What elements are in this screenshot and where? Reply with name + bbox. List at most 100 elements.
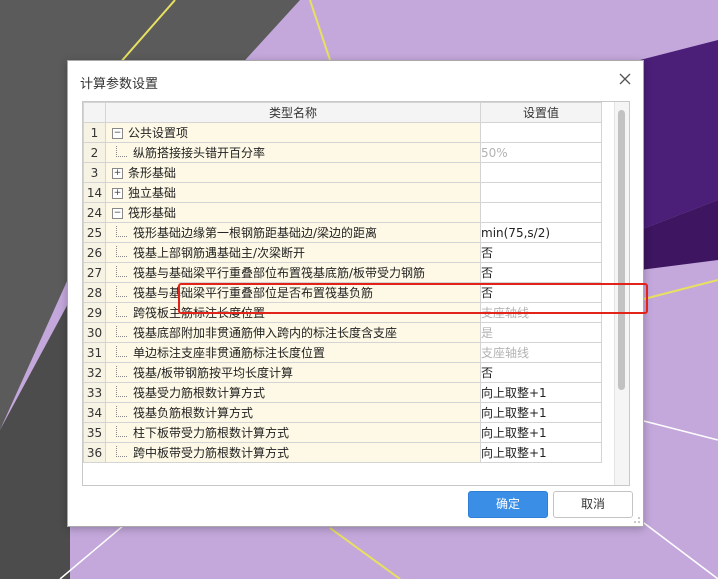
table-row[interactable]: 2 纵筋搭接接头错开百分率 50% (83, 142, 602, 163)
row-setting-value[interactable]: 向上取整+1 (480, 402, 602, 423)
table-row[interactable]: 30 筏基底部附加非贯通筋伸入跨内的标注长度含支座 是 (83, 322, 602, 343)
row-number: 31 (83, 342, 106, 363)
ok-button[interactable]: 确定 (468, 491, 548, 518)
row-setting-value[interactable]: 50% (480, 142, 602, 163)
row-number: 35 (83, 422, 106, 443)
tree-connector-icon (116, 386, 127, 397)
row-label: 筏基/板带钢筋按平均长度计算 (133, 366, 294, 380)
row-label: 筏形基础边缘第一根钢筋距基础边/梁边的距离 (133, 226, 378, 240)
row-setting-value[interactable]: 支座轴线 (480, 342, 602, 363)
row-number: 34 (83, 402, 106, 423)
table-row[interactable]: 27 筏基与基础梁平行重叠部位布置筏基底筋/板带受力钢筋 否 (83, 262, 602, 283)
row-label: 独立基础 (128, 186, 177, 200)
row-number: 30 (83, 322, 106, 343)
row-setting-value[interactable]: 否 (480, 362, 602, 383)
table-row[interactable]: 25 筏形基础边缘第一根钢筋距基础边/梁边的距离 min(75,s/2) (83, 222, 602, 243)
table-row[interactable]: 31 单边标注支座非贯通筋标注长度位置 支座轴线 (83, 342, 602, 363)
table-row[interactable]: 34 筏基负筋根数计算方式 向上取整+1 (83, 402, 602, 423)
row-setting-value[interactable]: 否 (480, 262, 602, 283)
table-row[interactable]: 1− 公共设置项 (83, 122, 602, 143)
row-type-name: − 筏形基础 (105, 202, 481, 223)
table-row[interactable]: 28 筏基与基础梁平行重叠部位是否布置筏基负筋 否 (83, 282, 602, 303)
row-type-name: 筏基/板带钢筋按平均长度计算 (105, 362, 481, 383)
table-row[interactable]: 32 筏基/板带钢筋按平均长度计算 否 (83, 362, 602, 383)
row-type-name: 筏基与基础梁平行重叠部位布置筏基底筋/板带受力钢筋 (105, 262, 481, 283)
grid-header: 类型名称 设置值 (83, 102, 602, 123)
row-type-name: 筏基底部附加非贯通筋伸入跨内的标注长度含支座 (105, 322, 481, 343)
table-row[interactable]: 36 跨中板带受力筋根数计算方式 向上取整+1 (83, 442, 602, 463)
row-type-name: 跨筏板主筋标注长度位置 (105, 302, 481, 323)
row-setting-value[interactable]: 向上取整+1 (480, 382, 602, 403)
row-number: 29 (83, 302, 106, 323)
params-grid[interactable]: 类型名称 设置值 1− 公共设置项 2 纵筋搭接接头错开百分率 50% 3 + 条形基础 14 +… (82, 101, 630, 486)
close-icon[interactable] (617, 71, 633, 87)
row-number: 1 (83, 122, 106, 143)
tree-connector-icon (116, 286, 127, 297)
cancel-button[interactable]: 取消 (553, 491, 633, 518)
tree-connector-icon (116, 266, 127, 277)
row-type-name: 柱下板带受力筋根数计算方式 (105, 422, 481, 443)
table-row[interactable]: 26 筏基上部钢筋遇基础主/次梁断开 否 (83, 242, 602, 263)
calc-params-dialog: 计算参数设置 类型名称 设置值 1− 公共设置项 2 纵筋搭接接头错开百分率 50% 3 +… (67, 60, 648, 527)
row-number: 3 (83, 162, 106, 183)
row-label: 筏基负筋根数计算方式 (133, 406, 254, 420)
tree-connector-icon (116, 346, 127, 357)
row-setting-value[interactable]: min(75,s/2) (480, 222, 602, 243)
tree-connector-icon (116, 226, 127, 237)
table-row[interactable]: 35 柱下板带受力筋根数计算方式 向上取整+1 (83, 422, 602, 443)
table-row[interactable]: 24− 筏形基础 (83, 202, 602, 223)
tree-connector-icon (116, 326, 127, 337)
table-row[interactable]: 33 筏基受力筋根数计算方式 向上取整+1 (83, 382, 602, 403)
row-number: 28 (83, 282, 106, 303)
tree-connector-icon (116, 446, 127, 457)
table-row[interactable]: 29 跨筏板主筋标注长度位置 支座轴线 (83, 302, 602, 323)
row-label: 单边标注支座非贯通筋标注长度位置 (133, 346, 326, 360)
row-number: 2 (83, 142, 106, 163)
row-setting-value[interactable]: 向上取整+1 (480, 442, 602, 463)
row-type-name: 筏形基础边缘第一根钢筋距基础边/梁边的距离 (105, 222, 481, 243)
row-setting-value[interactable]: 支座轴线 (480, 302, 602, 323)
vertical-scrollbar[interactable] (614, 102, 629, 485)
dialog-title: 计算参数设置 (80, 77, 159, 92)
row-setting-value[interactable]: 否 (480, 282, 602, 303)
tree-connector-icon (116, 366, 127, 377)
row-type-name: − 公共设置项 (105, 122, 481, 143)
scrollbar-thumb[interactable] (618, 110, 625, 390)
expand-icon[interactable]: + (112, 188, 123, 199)
row-label: 柱下板带受力筋根数计算方式 (133, 426, 290, 440)
table-row[interactable]: 3 + 条形基础 (83, 162, 602, 183)
row-label: 筏基上部钢筋遇基础主/次梁断开 (133, 246, 306, 260)
row-type-name: + 独立基础 (105, 182, 481, 203)
tree-connector-icon (116, 306, 127, 317)
header-setting-value: 设置值 (480, 102, 602, 123)
row-label: 筏基与基础梁平行重叠部位是否布置筏基负筋 (133, 286, 374, 300)
collapse-icon[interactable]: − (112, 128, 123, 139)
row-type-name: 筏基受力筋根数计算方式 (105, 382, 481, 403)
row-setting-value (480, 182, 602, 203)
row-setting-value[interactable]: 是 (480, 322, 602, 343)
row-setting-value[interactable]: 向上取整+1 (480, 422, 602, 443)
row-label: 条形基础 (128, 166, 177, 180)
table-row[interactable]: 14 + 独立基础 (83, 182, 602, 203)
row-type-name: 跨中板带受力筋根数计算方式 (105, 442, 481, 463)
row-setting-value (480, 122, 602, 143)
row-number: 24 (83, 202, 106, 223)
row-label: 跨筏板主筋标注长度位置 (133, 306, 266, 320)
row-label: 公共设置项 (128, 126, 189, 140)
expand-icon[interactable]: + (112, 168, 123, 179)
resize-grip-icon[interactable] (633, 516, 641, 524)
row-number: 33 (83, 382, 106, 403)
row-number: 25 (83, 222, 106, 243)
collapse-icon[interactable]: − (112, 208, 123, 219)
row-label: 筏基受力筋根数计算方式 (133, 386, 266, 400)
tree-connector-icon (116, 406, 127, 417)
row-label: 筏基与基础梁平行重叠部位布置筏基底筋/板带受力钢筋 (133, 266, 426, 280)
row-type-name: + 条形基础 (105, 162, 481, 183)
row-number: 26 (83, 242, 106, 263)
row-number: 14 (83, 182, 106, 203)
row-label: 跨中板带受力筋根数计算方式 (133, 446, 290, 460)
row-type-name: 单边标注支座非贯通筋标注长度位置 (105, 342, 481, 363)
row-setting-value[interactable]: 否 (480, 242, 602, 263)
row-number: 36 (83, 442, 106, 463)
row-type-name: 纵筋搭接接头错开百分率 (105, 142, 481, 163)
